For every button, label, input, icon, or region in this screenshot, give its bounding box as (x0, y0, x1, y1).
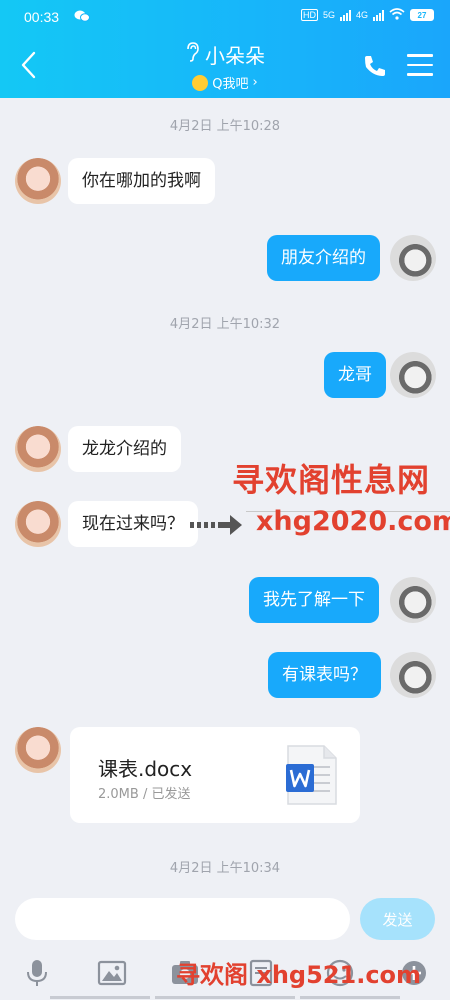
status-indicators: HD 5G 4G 27 (300, 8, 434, 22)
image-icon[interactable] (97, 958, 127, 988)
message-timestamp: 4月2日 上午10:32 (169, 317, 281, 332)
chat-header: 00:33 HD 5G 4G 27 小朵朵 Q我吧 › (0, 0, 450, 98)
word-document-icon (286, 745, 338, 805)
contact-title[interactable]: 小朵朵 (185, 40, 265, 69)
outgoing-message[interactable]: 朋友介绍的 (267, 235, 380, 281)
status-time: 00:33 (24, 9, 60, 25)
outgoing-message[interactable]: 我先了解一下 (249, 577, 379, 623)
menu-line (407, 54, 433, 57)
contact-avatar[interactable] (15, 158, 61, 204)
menu-line (407, 73, 433, 76)
status-bar: 00:33 HD 5G 4G 27 (0, 0, 450, 34)
arrow-right-icon (190, 513, 250, 537)
message-timestamp: 4月2日 上午10:28 (169, 119, 281, 134)
my-avatar[interactable] (390, 652, 436, 698)
my-avatar[interactable] (390, 352, 436, 398)
menu-button[interactable] (407, 54, 433, 76)
smiley-icon (192, 74, 209, 91)
ear-icon (185, 42, 199, 67)
signal-icon (339, 9, 351, 21)
toolbar-divider (300, 996, 400, 999)
signal-icon-2 (373, 9, 384, 21)
message-input[interactable] (15, 898, 350, 940)
toolbar-divider (50, 996, 150, 999)
outgoing-message[interactable]: 有课表吗？ (268, 652, 381, 698)
contact-avatar[interactable] (15, 501, 61, 547)
send-button[interactable]: 发送 (360, 898, 435, 940)
contact-avatar[interactable] (15, 727, 61, 773)
subtitle-text: Q我吧 (212, 77, 249, 92)
battery-icon: 27 (410, 9, 434, 21)
chevron-right-icon: › (252, 75, 258, 90)
watermark-site: xhg2020.com (256, 506, 450, 537)
file-name: 课表.docx (98, 757, 193, 781)
phone-call-button[interactable] (362, 53, 388, 79)
incoming-message[interactable]: 你在哪加的我啊 (68, 158, 215, 204)
my-avatar[interactable] (390, 235, 436, 281)
menu-line (407, 63, 433, 66)
wifi-icon (389, 8, 405, 22)
message-timestamp: 4月2日 上午10:34 (169, 861, 281, 876)
wechat-notification-icon (74, 10, 90, 26)
outgoing-message[interactable]: 龙哥 (324, 352, 386, 398)
contact-avatar[interactable] (15, 426, 61, 472)
incoming-message[interactable]: 现在过来吗？ (68, 501, 198, 547)
4g-label: 4G (355, 10, 368, 20)
microphone-icon[interactable] (22, 958, 52, 988)
file-message-card[interactable]: 课表.docx 2.0MB / 已发送 (70, 727, 360, 823)
my-avatar[interactable] (390, 577, 436, 623)
hd-label: HD (300, 9, 318, 21)
incoming-message[interactable]: 龙龙介绍的 (68, 426, 181, 472)
qzone-link[interactable]: Q我吧 › (192, 73, 258, 92)
toolbar-divider (155, 996, 295, 999)
5g-label: 5G (322, 10, 335, 20)
watermark-bottom: 寻欢阁 xhg521.com (176, 961, 422, 989)
watermark-title: 寻欢阁性息网 (232, 461, 431, 499)
contact-name: 小朵朵 (205, 44, 265, 68)
file-meta: 2.0MB / 已发送 (98, 787, 191, 802)
